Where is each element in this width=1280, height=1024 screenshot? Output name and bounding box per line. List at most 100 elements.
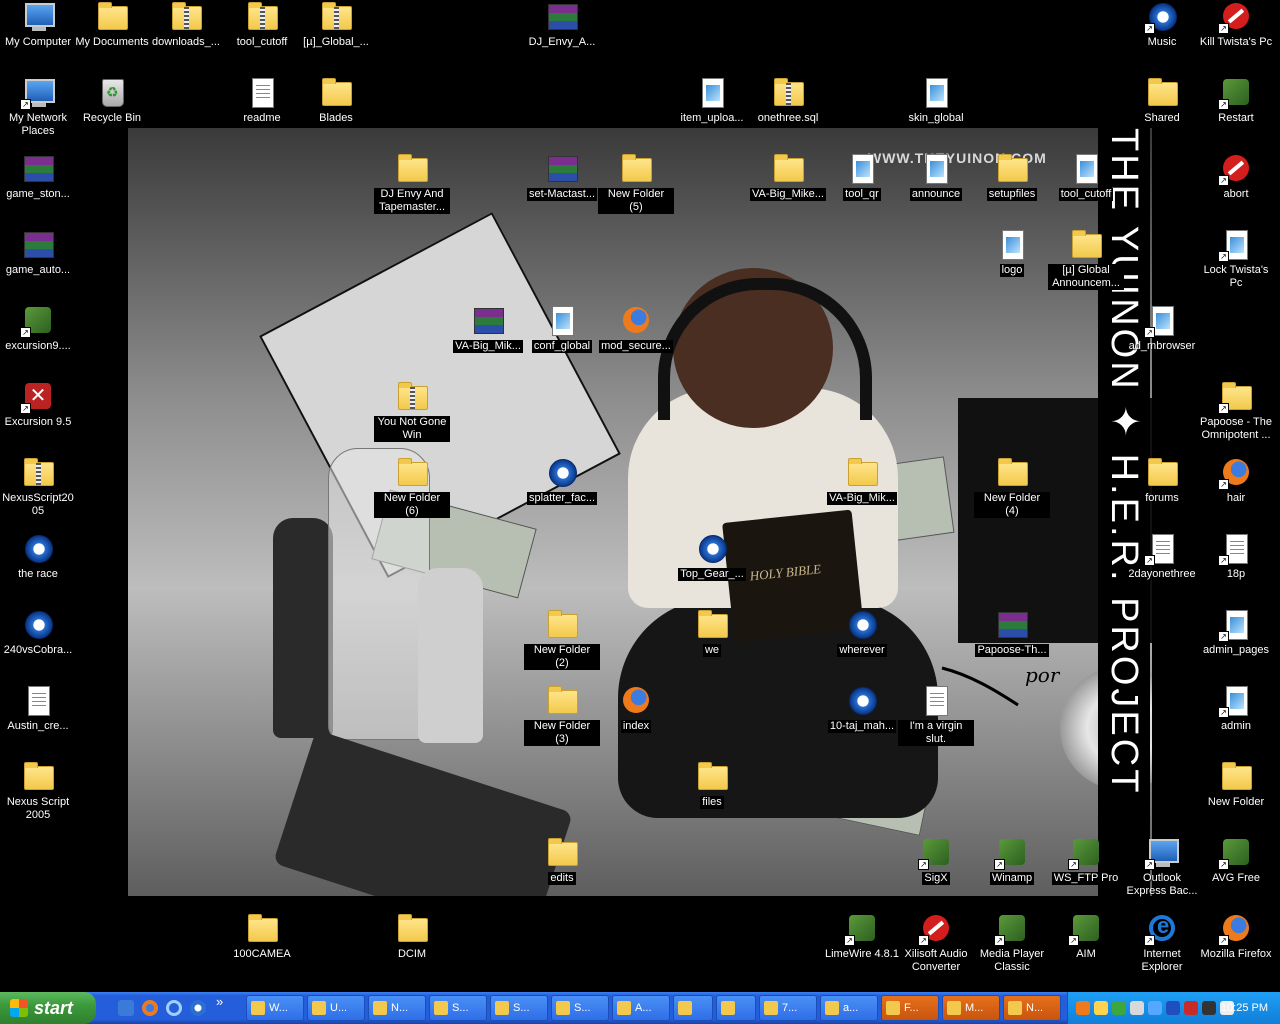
desktop-icon[interactable]: wherever [824,608,900,657]
desktop-icon[interactable]: ↗ Outlook Express Bac... [1124,836,1200,898]
taskbar-window-button[interactable]: F... [881,995,939,1021]
desktop-icon[interactable]: index [598,684,674,733]
desktop-icon[interactable]: Top_Gear_... [674,532,750,581]
desktop-icon[interactable]: DCIM [374,912,450,961]
taskbar-window-button[interactable]: A... [612,995,670,1021]
desktop-icon[interactable]: Blades [298,76,374,125]
desktop-icon[interactable]: item_uploa... [674,76,750,125]
desktop-icon[interactable]: edits [524,836,600,885]
desktop-icon[interactable]: Austin_cre... [0,684,76,733]
desktop-icon[interactable]: game_ston... [0,152,76,201]
desktop[interactable]: HOLY BIBLE WWW.THEYUINON.COM THE YUINON … [0,0,1280,992]
desktop-icon[interactable]: announce [898,152,974,201]
desktop-icon[interactable]: Nexus Script 2005 [0,760,76,822]
desktop-icon[interactable]: VA-Big_Mik... [450,304,526,353]
desktop-icon[interactable]: ↗ Winamp [974,836,1050,885]
desktop-icon[interactable]: New Folder (3) [524,684,600,746]
desktop-icon[interactable]: ↗ Papoose - The Omnipotent ... [1198,380,1274,442]
desktop-icon[interactable]: ↗ LimeWire 4.8.1 [824,912,900,961]
desktop-icon[interactable]: ↗ ad_mbrowser [1124,304,1200,353]
desktop-icon[interactable]: ↗ 2dayonethree [1124,532,1200,581]
desktop-icon[interactable]: setupfiles [974,152,1050,201]
desktop-icon[interactable]: Recycle Bin [74,76,150,125]
desktop-icon[interactable]: New Folder (2) [524,608,600,670]
desktop-icon[interactable]: 100CAMEA [224,912,300,961]
desktop-icon[interactable]: NexusScript2005 [0,456,76,518]
desktop-icon[interactable]: tool_cutoff [1048,152,1124,201]
taskbar-window-button[interactable]: S... [429,995,487,1021]
desktop-icon[interactable]: tool_cutoff [224,0,300,49]
desktop-icon[interactable]: ↗ hair [1198,456,1274,505]
firefox-quicklaunch-icon[interactable] [142,1000,158,1016]
tray-firefox-icon[interactable] [1076,1001,1090,1015]
tray-shield-icon[interactable] [1112,1001,1126,1015]
desktop-icon[interactable]: ↗ Music [1124,0,1200,49]
desktop-icon[interactable]: You Not Gone Win [374,380,450,442]
desktop-icon[interactable]: game_auto... [0,228,76,277]
desktop-icon[interactable]: we [674,608,750,657]
desktop-icon[interactable]: ↗ Mozilla Firefox [1198,912,1274,961]
tray-aim-icon[interactable] [1094,1001,1108,1015]
desktop-icon[interactable]: downloads_... [148,0,224,49]
taskbar-window-button[interactable]: S... [490,995,548,1021]
quicklaunch-more-button[interactable]: » [216,994,232,1010]
desktop-icon[interactable]: New Folder (4) [974,456,1050,518]
desktop-icon[interactable]: ↗ Internet Explorer [1124,912,1200,974]
desktop-icon[interactable]: 240vsCobra... [0,608,76,657]
desktop-icon[interactable]: tool_qr [824,152,900,201]
desktop-icon[interactable]: ↗ AVG Free [1198,836,1274,885]
desktop-icon[interactable]: set-Mactast... [524,152,600,201]
desktop-icon[interactable]: logo [974,228,1050,277]
desktop-icon[interactable]: ↗ admin_pages [1198,608,1274,657]
desktop-icon[interactable]: New Folder (6) [374,456,450,518]
desktop-icon[interactable]: DJ_Envy_A... [524,0,600,49]
desktop-icon[interactable]: ↗ AIM [1048,912,1124,961]
desktop-icon[interactable]: ↗ abort [1198,152,1274,201]
desktop-icon[interactable]: Shared [1124,76,1200,125]
taskbar-window-button[interactable] [716,995,756,1021]
start-button[interactable]: start [0,992,96,1024]
tray-antivirus-icon[interactable] [1184,1001,1198,1015]
taskbar-window-button[interactable]: N... [368,995,426,1021]
desktop-icon[interactable]: ↗ Restart [1198,76,1274,125]
desktop-icon[interactable]: onethree.sql [750,76,826,125]
desktop-icon[interactable]: ↗ Xilisoft Audio Converter [898,912,974,974]
desktop-icon[interactable]: readme [224,76,300,125]
show-desktop-icon[interactable] [118,1000,134,1016]
desktop-icon[interactable]: ↗ Excursion 9.5 [0,380,76,429]
desktop-icon[interactable]: ↗ admin [1198,684,1274,733]
desktop-icon[interactable]: splatter_fac... [524,456,600,505]
tray-network-icon[interactable] [1130,1001,1144,1015]
desktop-icon[interactable]: My Documents [74,0,150,49]
desktop-icon[interactable]: 10-taj_mah... [824,684,900,733]
tray-app-icon[interactable] [1166,1001,1180,1015]
desktop-icon[interactable]: files [674,760,750,809]
desktop-icon[interactable]: forums [1124,456,1200,505]
taskbar-window-button[interactable]: a... [820,995,878,1021]
media-player-quicklaunch-icon[interactable] [190,1000,206,1016]
tray-pen-icon[interactable] [1202,1001,1216,1015]
desktop-icon[interactable]: ↗ 18p [1198,532,1274,581]
desktop-icon[interactable]: ↗ WS_FTP Pro [1048,836,1124,885]
tray-messenger-icon[interactable] [1148,1001,1162,1015]
desktop-icon[interactable]: ↗ Media Player Classic [974,912,1050,974]
desktop-icon[interactable]: New Folder [1198,760,1274,809]
desktop-icon[interactable]: ↗ excursion9.... [0,304,76,353]
taskbar-window-button[interactable]: 7... [759,995,817,1021]
desktop-icon[interactable]: My Computer [0,0,76,49]
taskbar-window-button[interactable]: U... [307,995,365,1021]
desktop-icon[interactable]: skin_global [898,76,974,125]
taskbar-window-button[interactable]: S... [551,995,609,1021]
desktop-icon[interactable]: ↗ Kill Twista's Pc [1198,0,1274,49]
taskbar-window-button[interactable]: M... [942,995,1000,1021]
desktop-icon[interactable]: ↗ SigX [898,836,974,885]
desktop-icon[interactable]: New Folder (5) [598,152,674,214]
desktop-icon[interactable]: conf_global [524,304,600,353]
desktop-icon[interactable]: VA-Big_Mik... [824,456,900,505]
desktop-icon[interactable]: the race [0,532,76,581]
desktop-icon[interactable]: mod_secure... [598,304,674,353]
desktop-icon[interactable]: ↗ Lock Twista's Pc [1198,228,1274,290]
ie-quicklaunch-icon[interactable] [166,1000,182,1016]
desktop-icon[interactable]: ↗ My Network Places [0,76,76,138]
desktop-icon[interactable]: I'm a virgin slut. [898,684,974,746]
